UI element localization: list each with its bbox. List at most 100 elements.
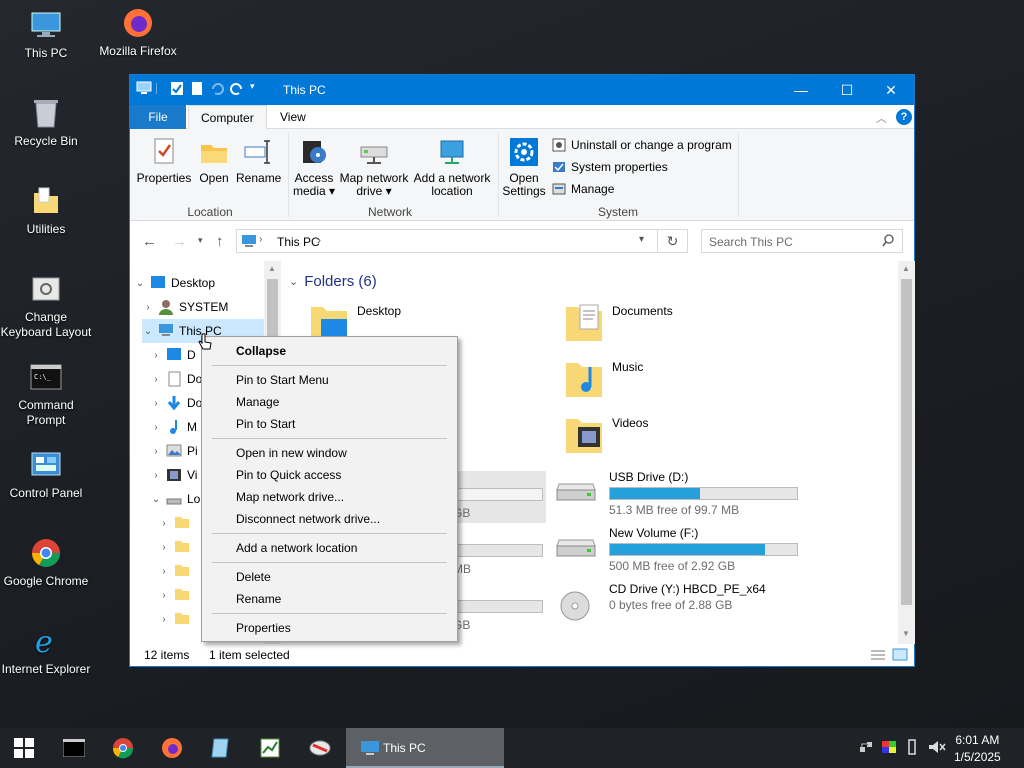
recent-locations-chevron-icon[interactable]: ▾ [198, 235, 203, 246]
menu-item-add-network-location[interactable]: Add a network location [236, 541, 357, 555]
properties-button[interactable]: Properties [136, 135, 192, 185]
menu-item-disconnect-network-drive[interactable]: Disconnect network drive... [236, 512, 380, 526]
chevron-right-icon[interactable]: › [158, 542, 170, 553]
uninstall-program-button[interactable]: Uninstall or change a program [552, 138, 732, 152]
redo-icon[interactable] [230, 81, 244, 96]
taskbar-notepad[interactable] [197, 728, 245, 768]
access-media-button[interactable]: Access media ▾ [290, 135, 338, 198]
start-button[interactable] [0, 728, 48, 768]
chevron-right-icon[interactable]: › [317, 233, 321, 247]
scrollbar-thumb[interactable] [901, 279, 912, 605]
search-icon[interactable] [882, 233, 894, 250]
add-network-location-button[interactable]: Add a network location [412, 135, 492, 198]
open-settings-button[interactable]: Open Settings [502, 135, 546, 198]
maximize-button[interactable]: ☐ [824, 75, 870, 105]
tree-item-system[interactable]: › SYSTEM [142, 295, 264, 319]
address-box[interactable]: › This PC › ▾ [236, 229, 658, 253]
address-dropdown-icon[interactable]: ▾ [639, 234, 644, 245]
desktop-icon-command-prompt[interactable]: C:\_ Command Prompt [0, 360, 92, 428]
menu-item-pin-quick-access[interactable]: Pin to Quick access [236, 468, 341, 482]
scroll-up-icon[interactable]: ▲ [268, 264, 276, 273]
chevron-right-icon[interactable]: › [158, 590, 170, 601]
minimize-ribbon-icon[interactable]: ︿ [876, 110, 887, 126]
minimize-button[interactable]: — [778, 75, 824, 105]
taskbar-chrome[interactable] [99, 728, 147, 768]
desktop-icon-utilities[interactable]: Utilities [0, 184, 92, 237]
folder-documents[interactable]: Documents [564, 299, 673, 343]
chevron-right-icon[interactable]: › [150, 470, 162, 481]
refresh-button[interactable]: ↻ [658, 229, 688, 253]
address-path[interactable]: This PC [277, 235, 320, 249]
menu-item-properties[interactable]: Properties [236, 621, 291, 635]
chevron-down-icon[interactable]: ▾ [250, 81, 260, 96]
menu-item-manage[interactable]: Manage [236, 395, 279, 409]
volume-muted-icon[interactable] [928, 739, 946, 758]
menu-item-pin-start-menu[interactable]: Pin to Start Menu [236, 373, 329, 387]
properties-check-icon[interactable] [170, 81, 184, 96]
back-arrow-icon[interactable]: ← [142, 233, 157, 250]
undo-icon[interactable] [210, 81, 224, 96]
title-bar[interactable]: ▾ This PC — ☐ ✕ [130, 75, 914, 105]
up-arrow-icon[interactable]: ↑ [216, 233, 224, 250]
chevron-right-icon[interactable]: › [142, 302, 154, 313]
content-scrollbar[interactable]: ▲ ▼ [898, 261, 915, 644]
chevron-down-icon[interactable]: ⌄ [134, 278, 146, 289]
menu-item-map-network-drive[interactable]: Map network drive... [236, 490, 344, 504]
system-clock[interactable]: 6:01 AM 1/5/2025 [954, 732, 1001, 766]
open-button[interactable]: Open [196, 135, 232, 185]
desktop-icon-internet-explorer[interactable]: e Internet Explorer [0, 624, 92, 677]
system-properties-button[interactable]: System properties [552, 160, 668, 174]
chevron-down-icon[interactable]: ⌄ [150, 494, 162, 505]
scroll-down-icon[interactable]: ▼ [902, 629, 910, 638]
rename-button[interactable]: Rename [236, 135, 281, 185]
desktop-icon-firefox[interactable]: Mozilla Firefox [92, 6, 184, 59]
chevron-right-icon[interactable]: › [158, 518, 170, 529]
taskbar-disk-tool[interactable] [296, 728, 344, 768]
scroll-up-icon[interactable]: ▲ [902, 264, 910, 273]
desktop-icon-keyboard-layout[interactable]: Change Keyboard Layout [0, 272, 92, 340]
folder-videos[interactable]: Videos [564, 411, 648, 455]
folder-icon [29, 184, 63, 218]
chevron-down-icon[interactable]: ⌄ [289, 275, 298, 288]
manage-button[interactable]: Manage [552, 182, 614, 196]
folder-music[interactable]: Music [564, 355, 643, 399]
help-icon[interactable]: ? [896, 109, 912, 125]
details-view-icon[interactable] [870, 649, 886, 664]
desktop-icon-recycle-bin[interactable]: Recycle Bin [0, 96, 92, 149]
menu-item-delete[interactable]: Delete [236, 570, 271, 584]
network-tray-icon[interactable] [858, 739, 874, 758]
chevron-right-icon[interactable]: › [150, 350, 162, 361]
menu-item-pin-start[interactable]: Pin to Start [236, 417, 295, 431]
chevron-right-icon[interactable]: › [259, 234, 262, 245]
chevron-right-icon[interactable]: › [158, 566, 170, 577]
menu-item-rename[interactable]: Rename [236, 592, 281, 606]
desktop-icon-this-pc[interactable]: This PC [0, 8, 92, 61]
large-icons-view-icon[interactable] [892, 648, 908, 664]
taskbar-spreadsheet[interactable] [246, 728, 294, 768]
folders-section-header[interactable]: ⌄ Folders (6) [289, 273, 377, 290]
menu-item-open-new-window[interactable]: Open in new window [236, 446, 347, 460]
forward-arrow-icon[interactable]: → [172, 233, 187, 250]
search-input[interactable]: Search This PC [701, 229, 903, 253]
menu-item-collapse[interactable]: Collapse [236, 344, 286, 358]
taskbar-firefox[interactable] [148, 728, 196, 768]
usb-tray-icon[interactable] [906, 739, 918, 760]
tab-file[interactable]: File [130, 105, 186, 129]
desktop-icon-control-panel[interactable]: Control Panel [0, 448, 92, 501]
map-network-drive-button[interactable]: Map network drive ▾ [338, 135, 410, 198]
chevron-right-icon[interactable]: › [158, 614, 170, 625]
new-folder-icon[interactable] [190, 81, 204, 96]
taskbar-command-prompt[interactable] [50, 728, 98, 768]
display-tray-icon[interactable] [881, 739, 897, 758]
tab-view[interactable]: View [268, 105, 318, 129]
chevron-right-icon[interactable]: › [150, 398, 162, 409]
taskbar-explorer-active[interactable]: This PC [346, 728, 504, 768]
desktop-icon-chrome[interactable]: Google Chrome [0, 536, 92, 589]
chevron-right-icon[interactable]: › [150, 422, 162, 433]
close-button[interactable]: ✕ [868, 75, 914, 105]
chevron-right-icon[interactable]: › [150, 446, 162, 457]
tab-computer[interactable]: Computer [188, 105, 267, 130]
tree-item-desktop[interactable]: ⌄ Desktop [134, 271, 264, 295]
chevron-right-icon[interactable]: › [150, 374, 162, 385]
chevron-down-icon[interactable]: ⌄ [142, 326, 154, 337]
